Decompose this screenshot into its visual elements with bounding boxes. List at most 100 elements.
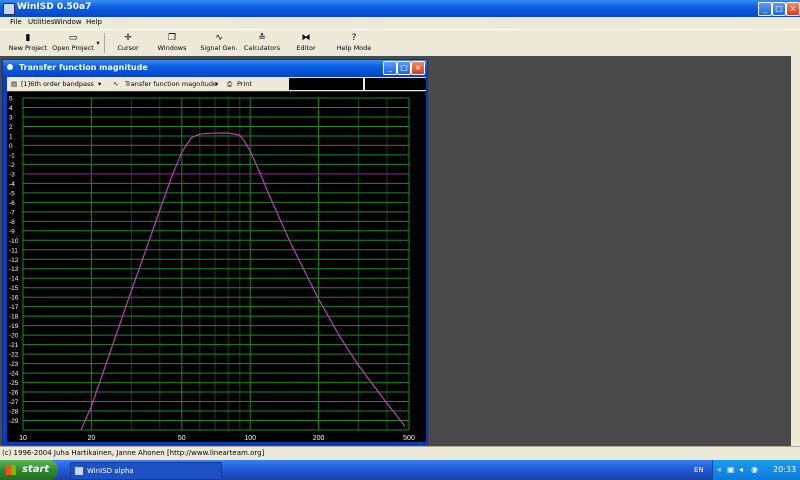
y-tick-label: -23 — [9, 361, 19, 368]
network-icon[interactable]: ▣ — [727, 465, 735, 474]
y-tick-label: -6 — [9, 200, 15, 207]
y-tick-label: -2 — [9, 162, 15, 169]
sine-wave-icon: ∿ — [113, 80, 119, 88]
project-select[interactable]: ▤ [1]6th order bandpass ▾ — [9, 78, 105, 90]
app-icon — [3, 3, 15, 15]
y-tick-label: -17 — [9, 304, 19, 311]
y-tick-label: 1 — [9, 133, 13, 140]
calculator-icon: ≛ — [258, 33, 266, 43]
chart-svg: 543210-1-2-3-4-5-6-7-8-9-10-11-12-13-14-… — [9, 96, 415, 443]
clock: 20:33 — [773, 465, 797, 474]
signal-gen-button[interactable]: ∿ Signal Gen. — [198, 33, 240, 52]
main-toolbar: ▮ New Project ▭ Open Project ▾ ✛ Cursor … — [0, 29, 800, 58]
child-titlebar: Transfer function magnitude _ □ × — [3, 60, 427, 76]
menu-help[interactable]: Help — [86, 18, 102, 26]
box-icon: ▤ — [11, 80, 18, 88]
y-tick-label: 2 — [9, 124, 13, 131]
y-tick-label: -15 — [9, 285, 19, 292]
menu-utilities[interactable]: Utilities — [28, 18, 54, 26]
minimize-button[interactable]: _ — [758, 2, 772, 16]
readout-field-1 — [289, 78, 363, 90]
app-icon — [75, 467, 83, 475]
x-tick-label: 20 — [87, 435, 95, 442]
cursor-icon: ✛ — [124, 33, 132, 43]
y-tick-label: -11 — [9, 247, 18, 254]
menu-window[interactable]: Window — [54, 18, 82, 26]
y-tick-label: -1 — [9, 152, 15, 159]
y-tick-label: -12 — [9, 257, 19, 264]
window-menu-icon[interactable] — [7, 64, 13, 70]
language-indicator[interactable]: EN — [694, 466, 704, 474]
x-tick-label: 500 — [403, 435, 415, 442]
y-tick-label: -24 — [9, 371, 19, 378]
new-project-button[interactable]: ▮ New Project — [8, 33, 48, 52]
start-button[interactable]: start — [0, 460, 58, 480]
y-tick-label: -7 — [9, 209, 15, 216]
chevron-down-icon: ▾ — [98, 80, 102, 88]
y-tick-label: -13 — [9, 266, 19, 273]
x-tick-label: 50 — [178, 435, 186, 442]
tray-arrow-icon[interactable]: « — [717, 465, 722, 474]
windows-logo-icon — [6, 465, 16, 475]
menu-file[interactable]: File — [10, 18, 22, 26]
app-titlebar: WinISD 0.50a7 _ □ × — [0, 0, 800, 17]
print-label: Print — [237, 80, 252, 88]
y-tick-label: -26 — [9, 390, 19, 397]
series-line — [80, 132, 406, 431]
y-tick-label: -20 — [9, 333, 19, 340]
y-tick-label: -4 — [9, 181, 15, 188]
editor-icon: ⧓ — [301, 33, 311, 43]
taskbar-item-winisd[interactable]: WinISD alpha — [70, 462, 222, 480]
menu-bar: File Utilities Window Help — [0, 17, 800, 29]
y-tick-label: -16 — [9, 295, 19, 302]
calculators-button[interactable]: ≛ Calculators — [242, 33, 282, 52]
y-tick-label: -29 — [9, 418, 19, 425]
y-tick-label: -9 — [9, 228, 15, 235]
sine-wave-icon: ∿ — [215, 33, 223, 43]
editor-button[interactable]: ⧓ Editor — [288, 33, 324, 52]
app-title: WinISD 0.50a7 — [17, 2, 92, 12]
printer-icon: ⎙ — [227, 80, 233, 88]
project-select-value: [1]6th order bandpass — [21, 80, 94, 88]
cursor-button[interactable]: ✛ Cursor — [108, 33, 148, 52]
y-tick-label: 5 — [9, 96, 13, 103]
child-close-button[interactable]: × — [411, 61, 425, 75]
y-tick-label: -22 — [9, 352, 19, 359]
y-tick-label: -14 — [9, 276, 19, 283]
maximize-button[interactable]: □ — [772, 2, 786, 16]
y-tick-label: 4 — [9, 105, 13, 112]
open-folder-icon: ▭ — [68, 33, 78, 43]
y-tick-label: -28 — [9, 409, 19, 416]
y-tick-label: -21 — [9, 342, 19, 349]
child-maximize-button[interactable]: □ — [397, 61, 411, 75]
close-button[interactable]: × — [786, 2, 800, 16]
child-title: Transfer function magnitude — [19, 63, 148, 72]
transfer-function-window: Transfer function magnitude _ □ × ▤ [1]6… — [2, 59, 428, 445]
volume-icon[interactable]: ◂ — [739, 465, 743, 474]
x-tick-label: 100 — [244, 435, 256, 442]
print-button[interactable]: ⎙ Print — [225, 78, 259, 90]
status-bar: (c) 1996-2004 Juha Hartikainen, Janne Ah… — [0, 446, 800, 461]
open-project-button[interactable]: ▭ Open Project — [50, 33, 96, 52]
graph-type-select[interactable]: ∿ Transfer function magnitude ▾ — [111, 78, 223, 90]
help-icon: ? — [351, 33, 357, 43]
open-project-dropdown[interactable]: ▾ — [94, 39, 102, 47]
chevron-down-icon: ▾ — [215, 80, 219, 88]
windows-button[interactable]: ❐ Windows — [152, 33, 192, 52]
help-mode-button[interactable]: ? Help Mode — [334, 33, 374, 52]
readout-field-2 — [365, 78, 426, 90]
child-minimize-button[interactable]: _ — [383, 61, 397, 75]
y-tick-label: -18 — [9, 314, 19, 321]
taskbar: start WinISD alpha EN « ▣ ◂ ◉ 20:33 — [0, 460, 800, 480]
y-tick-label: -27 — [9, 399, 19, 406]
vertical-scrollbar[interactable] — [791, 56, 800, 446]
new-doc-icon: ▮ — [25, 33, 31, 43]
x-tick-label: 10 — [19, 435, 27, 442]
graph-toolbar: ▤ [1]6th order bandpass ▾ ∿ Transfer fun… — [7, 77, 426, 91]
y-tick-label: -10 — [9, 238, 19, 245]
toolbar-separator — [104, 33, 105, 53]
security-icon[interactable]: ◉ — [751, 465, 758, 474]
y-tick-label: -25 — [9, 380, 19, 387]
transfer-function-plot[interactable]: 5 4 3 2 1 0 -1 -2 -3 -4 -5 -6 -7 -8 -9 -10 -11 -12 -13 -14-… — [7, 92, 426, 442]
y-tick-label: -3 — [9, 171, 15, 178]
